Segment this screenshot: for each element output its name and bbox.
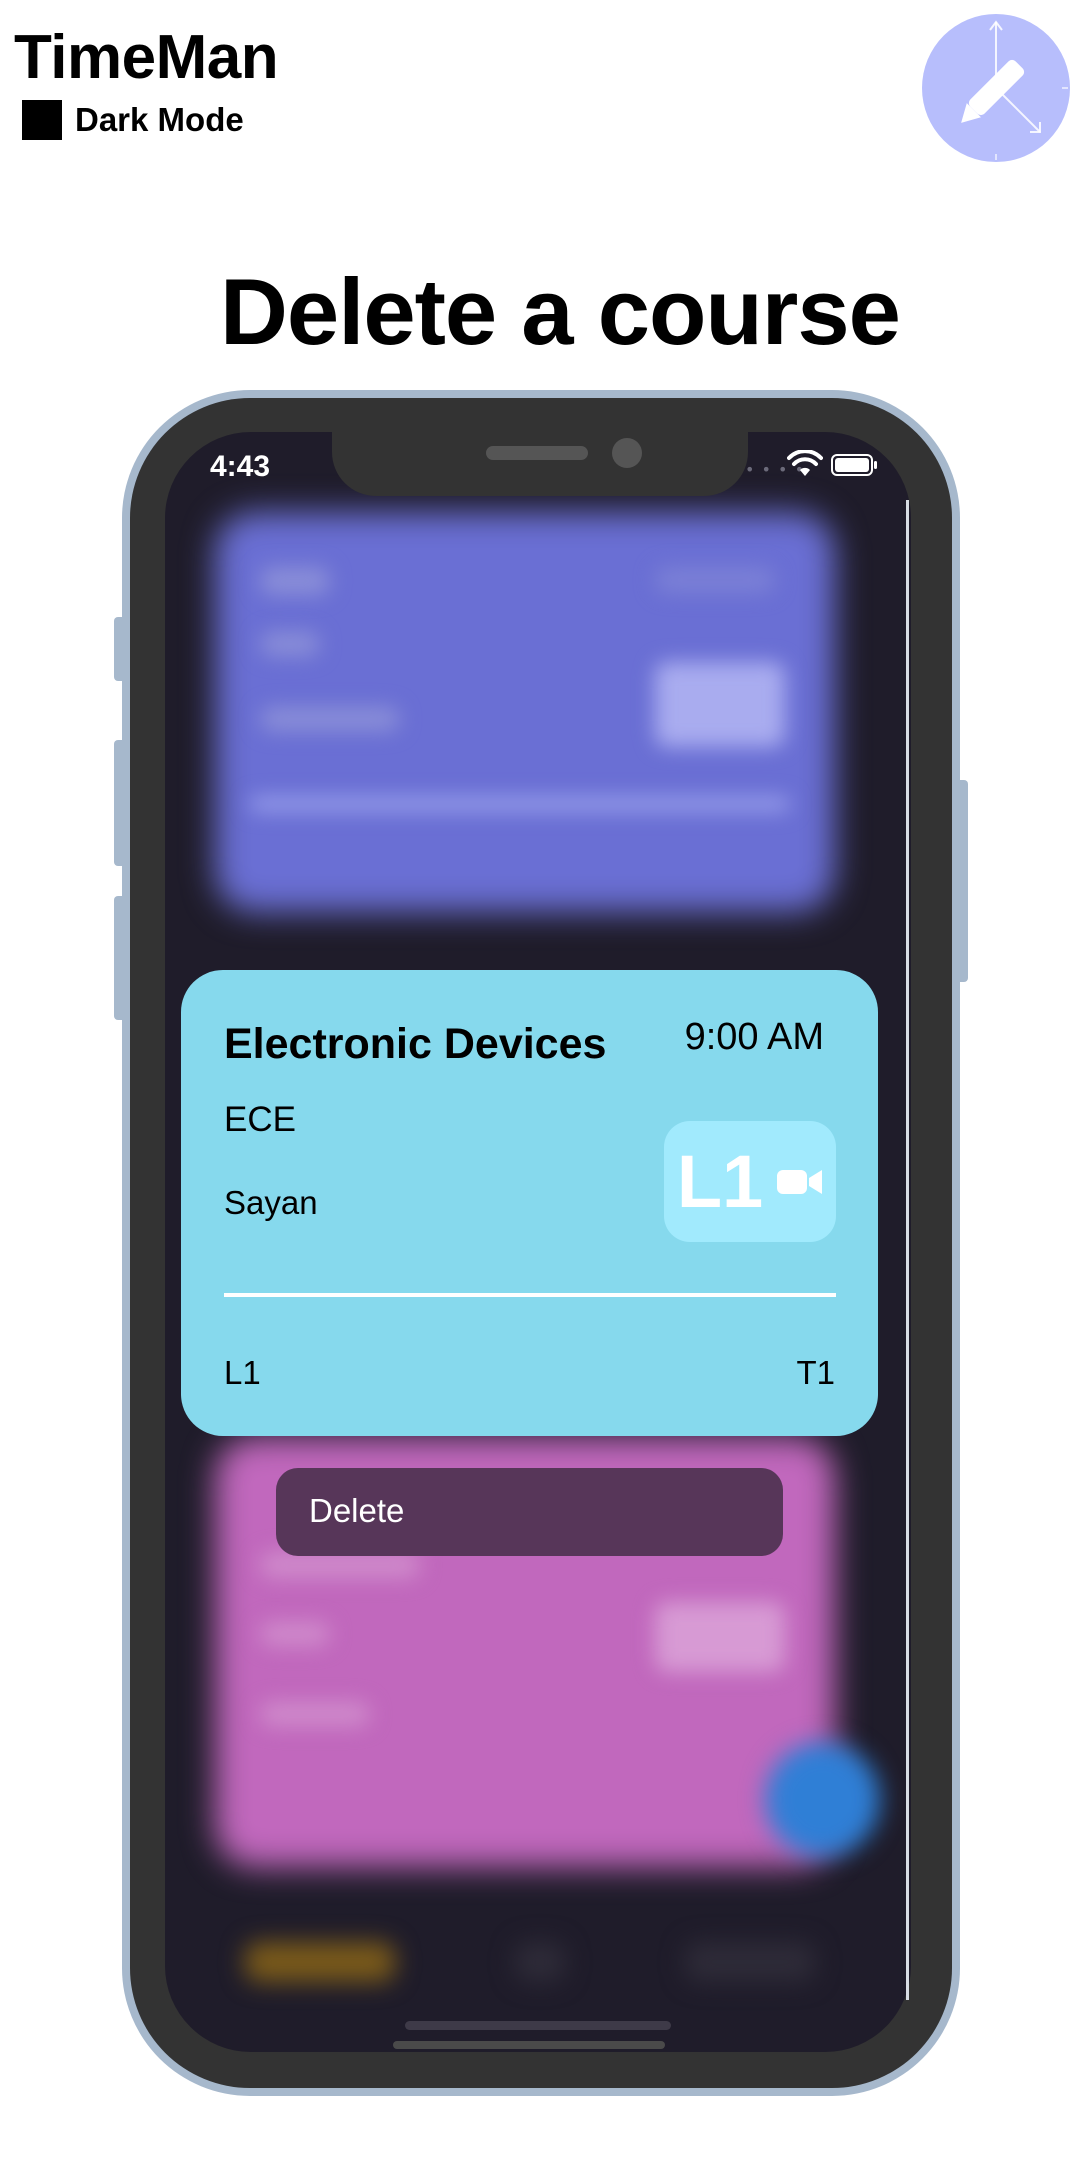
app-title: TimeMan [14, 23, 279, 92]
phone-bottom-edge [393, 2041, 665, 2049]
course-time: 9:00 AM [684, 1016, 824, 1058]
status-time: 4:43 [210, 450, 271, 483]
dark-mode-toggle[interactable]: Dark Mode [22, 100, 244, 140]
course-title: Electronic Devices [224, 1020, 607, 1068]
blurred-divider [250, 797, 790, 811]
class-type-badge: L1 [664, 1121, 836, 1242]
phone-speaker [486, 446, 588, 460]
blurred-badge [655, 1602, 785, 1672]
dark-mode-checkbox[interactable] [22, 100, 62, 140]
wifi-icon [787, 450, 823, 476]
course-department: ECE [224, 1100, 296, 1139]
page-heading: Delete a course [220, 259, 901, 364]
card-divider [224, 1293, 836, 1297]
delete-menu-label: Delete [309, 1492, 405, 1529]
course-teacher: Sayan [224, 1184, 318, 1221]
delete-menu-item[interactable]: Delete [276, 1468, 783, 1556]
app-logo [922, 14, 1070, 162]
blurred-text [655, 567, 775, 593]
course-footer-right: T1 [796, 1354, 835, 1391]
course-card[interactable]: Electronic Devices 9:00 AM ECE Sayan L1 … [181, 970, 878, 1436]
blurred-nav-item [515, 1942, 565, 1982]
blurred-add-button [765, 1742, 880, 1857]
blurred-badge [655, 662, 785, 747]
battery-icon [831, 454, 877, 476]
blurred-text [260, 632, 320, 656]
blurred-text [260, 1622, 330, 1646]
blurred-text [260, 567, 330, 595]
blurred-text [260, 1702, 370, 1726]
home-indicator[interactable] [405, 2021, 671, 2030]
blurred-text [260, 707, 400, 731]
video-camera-icon [777, 1169, 823, 1194]
screen-edge [906, 500, 909, 2000]
blurred-nav-item [685, 1942, 815, 1982]
course-footer-left: L1 [224, 1354, 261, 1391]
dark-mode-label: Dark Mode [75, 101, 244, 138]
pencil-clock-icon [961, 20, 1068, 160]
front-camera [612, 438, 642, 468]
blurred-nav-item [245, 1942, 395, 1982]
class-badge-label: L1 [676, 1140, 764, 1223]
